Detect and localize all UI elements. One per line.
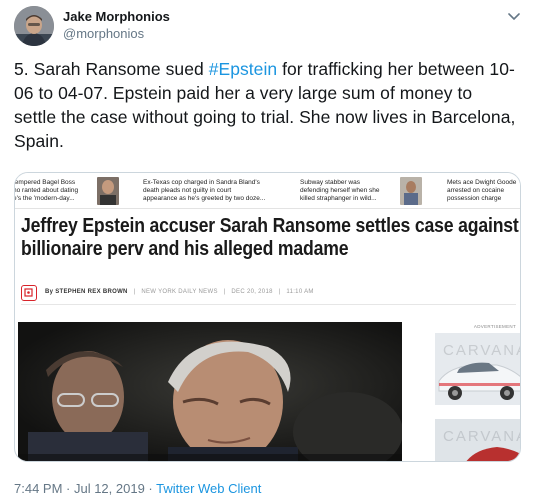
author-handle[interactable]: @morphonios [63, 26, 144, 41]
related-story-3[interactable]: Subway stabber was defending herself whe… [300, 179, 395, 203]
tweet: Jake Morphonios @morphonios 5. Sarah Ran… [0, 0, 535, 504]
tweet-timestamp: 7:44 PM · Jul 12, 2019 · Twitter Web Cli… [14, 481, 261, 496]
story-thumbnail [400, 177, 422, 205]
byline-row: By STEPHEN REX BROWN | NEW YORK DAILY NE… [21, 283, 516, 305]
tweet-text: 5. Sarah Ransome sued #Epstein for traff… [14, 57, 519, 153]
user-avatar-icon [14, 6, 54, 46]
timestamp-link[interactable]: 7:44 PM · Jul 12, 2019 · [14, 481, 156, 496]
hashtag-link[interactable]: #Epstein [209, 59, 278, 79]
advertisement-image[interactable]: CARVANA [435, 333, 521, 405]
related-story-2[interactable]: Ex-Texas cop charged in Sandra Bland's d… [143, 179, 283, 203]
chevron-down-icon[interactable] [507, 10, 521, 24]
ad-brand-watermark: CARVANA [443, 342, 521, 359]
tweet-text-before: 5. Sarah Ransome sued [14, 59, 209, 79]
ad-label: ADVERTISEMENT [473, 324, 516, 329]
article-headline: Jeffrey Epstein accuser Sarah Ransome se… [21, 214, 519, 260]
related-story-1[interactable]: tempered Bagel Boss ho ranted about dati… [15, 179, 93, 203]
author-byline[interactable]: By STEPHEN REX BROWN [45, 289, 128, 295]
article-photo [18, 322, 402, 461]
advertisement-image[interactable]: CARVANA [435, 419, 521, 461]
ad-brand-watermark: CARVANA [443, 428, 521, 445]
avatar[interactable] [14, 6, 54, 46]
author-name[interactable]: Jake Morphonios [63, 9, 170, 24]
related-story-4[interactable]: Mets ace Dwight Goode arrested on cocain… [447, 179, 520, 203]
story-thumbnail [97, 177, 119, 205]
client-link[interactable]: Twitter Web Client [156, 481, 261, 496]
related-stories-strip: tempered Bagel Boss ho ranted about dati… [15, 173, 520, 209]
article-byline: By STEPHEN REX BROWN | NEW YORK DAILY NE… [45, 289, 314, 295]
publication-name: NEW YORK DAILY NEWS [141, 289, 218, 295]
attached-image[interactable]: tempered Bagel Boss ho ranted about dati… [14, 172, 521, 462]
publish-time: 11:10 AM [286, 289, 314, 295]
publish-date: DEC 20, 2018 [231, 289, 273, 295]
share-icon[interactable] [21, 285, 37, 301]
